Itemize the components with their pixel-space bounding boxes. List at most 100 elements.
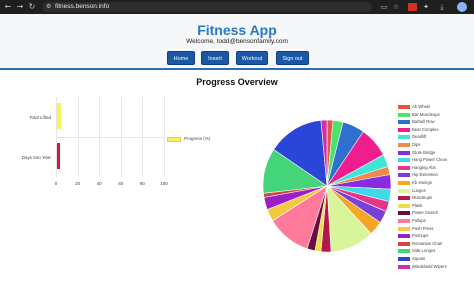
bar[interactable] [57, 103, 62, 129]
legend-swatch [398, 112, 410, 117]
back-icon[interactable]: ← [3, 2, 13, 12]
legend-label: Progress (%) [184, 136, 211, 141]
pie-legend-item[interactable]: Pushups [398, 233, 474, 239]
legend-label: Romanian Chair [412, 240, 443, 246]
pie-legend-item[interactable]: Lunges [398, 188, 474, 194]
app-title: Fitness App [197, 22, 277, 38]
pie-legend-item[interactable]: Dips [398, 142, 474, 148]
legend-swatch [167, 137, 181, 142]
cast-icon[interactable]: ▭ [380, 3, 388, 11]
pie-legend-item[interactable]: Barbell Row [398, 119, 474, 125]
legend-swatch [398, 181, 410, 185]
legend-label: Push Press [412, 225, 434, 231]
browser-toolbar: ← → ↻ ⚙ fitness.benson.info ▭ ☆ ✦ ⤓ [0, 0, 474, 14]
legend-swatch [398, 173, 410, 178]
profile-avatar[interactable] [457, 2, 467, 12]
y-tick-label: Total Lifted [29, 115, 51, 120]
legend-swatch [398, 211, 410, 216]
reload-icon[interactable]: ↻ [27, 2, 37, 12]
legend-label: Side Lunges [412, 248, 436, 254]
x-tick-label: 0 [54, 181, 58, 186]
workout-button[interactable]: Workout [236, 51, 268, 65]
pie-legend-item[interactable]: Side Lunges [398, 248, 474, 254]
legend-label: Muscleups [412, 195, 433, 201]
legend-swatch [398, 165, 410, 170]
legend-label: Barbell Row [412, 119, 435, 125]
legend-swatch [398, 226, 410, 231]
legend-swatch [398, 135, 410, 140]
grid-line [99, 97, 101, 177]
pie-legend-item[interactable]: Bar Muscleups [398, 112, 474, 118]
legend-swatch [398, 249, 410, 254]
legend-swatch [398, 219, 410, 223]
legend-label: Pullups [412, 218, 426, 223]
legend-label: Bear Complex [412, 126, 439, 132]
legend-label: Ab Wheel [412, 104, 431, 109]
legend-swatch [398, 196, 410, 201]
site-info-icon[interactable]: ⚙ [46, 2, 51, 12]
legend-label: Hang Power Clean [412, 157, 448, 163]
pie-legend-item[interactable]: Romanian Chair [398, 241, 474, 247]
pie-legend-item[interactable]: Power Snatch [398, 210, 474, 216]
legend-swatch [398, 127, 410, 132]
app-header: Fitness App Welcome, todd@bensonfamily.c… [0, 14, 474, 70]
x-tick-label: 60 [118, 181, 124, 186]
x-tick-label: 80 [139, 181, 145, 186]
pie-legend-item[interactable]: Hip Extension [398, 172, 474, 178]
legend-swatch [398, 150, 410, 155]
download-icon[interactable]: ⤓ [438, 3, 446, 11]
bar[interactable] [57, 143, 61, 169]
pie-legend-item[interactable]: Hang Power Clean [398, 157, 474, 163]
legend-label: Glute Bridge [412, 149, 436, 155]
extension-icon[interactable] [408, 3, 417, 11]
welcome-message: Welcome, todd@bensonfamily.com [186, 38, 288, 45]
home-button[interactable]: Home [167, 51, 195, 65]
grid-line [120, 97, 122, 177]
pie-legend-item[interactable]: Bear Complex [398, 127, 474, 133]
insert-button[interactable]: Insert [201, 51, 229, 65]
legend-label: Hanging Abs [412, 164, 436, 170]
x-tick-label: 40 [96, 181, 102, 186]
category-separator [56, 137, 164, 138]
address-bar[interactable]: ⚙ fitness.benson.info [42, 2, 372, 12]
exercise-pie-chart [262, 119, 392, 253]
forward-icon[interactable]: → [15, 2, 25, 12]
legend-label: Plank [412, 202, 423, 208]
pie-legend-item[interactable]: Hanging Abs [398, 165, 474, 171]
legend-label: Lunges [412, 187, 426, 193]
pie-legend-item[interactable]: Push Press [398, 226, 474, 232]
extensions-puzzle-icon[interactable]: ✦ [422, 3, 430, 11]
bookmark-star-icon[interactable]: ☆ [392, 3, 400, 11]
pie-legend-item[interactable]: Ab Wheel [398, 104, 474, 110]
legend-label: Pushups [412, 233, 429, 239]
pie-legend-item[interactable]: Deadlift [398, 134, 474, 140]
legend-swatch [398, 234, 410, 239]
legend-label: Squats [412, 256, 426, 261]
url-text: fitness.benson.info [55, 3, 110, 10]
legend-swatch [398, 188, 410, 193]
pie-legend-item[interactable]: Kb Swings [398, 180, 474, 186]
legend-swatch [398, 241, 410, 246]
pie-legend-item[interactable]: Glute Bridge [398, 150, 474, 156]
legend-label: Deadlift [412, 134, 427, 140]
grid-line [164, 97, 165, 177]
legend-swatch [398, 158, 410, 163]
x-tick-label: 20 [75, 181, 81, 186]
x-tick-label: 100 [160, 181, 168, 186]
pie-legend-item[interactable]: Windshield Wipers [398, 264, 474, 270]
pie-legend-item[interactable]: Muscleups [398, 195, 474, 201]
legend-swatch [398, 264, 410, 269]
pie-legend-item[interactable]: Plank [398, 203, 474, 209]
grid-line [77, 97, 79, 177]
pie-legend-item[interactable]: Squats [398, 256, 474, 262]
legend-label: Kb Swings [412, 180, 432, 185]
pie-legend-item[interactable]: Pullups [398, 218, 474, 224]
grid-line [142, 97, 144, 177]
sign-out-button[interactable]: Sign out [276, 51, 309, 65]
legend-label: Windshield Wipers [412, 263, 447, 269]
legend-swatch [398, 120, 410, 125]
section-title: Progress Overview [196, 77, 278, 87]
legend-swatch [398, 105, 410, 109]
legend-label: Power Snatch [412, 210, 439, 216]
legend-swatch [398, 257, 410, 261]
